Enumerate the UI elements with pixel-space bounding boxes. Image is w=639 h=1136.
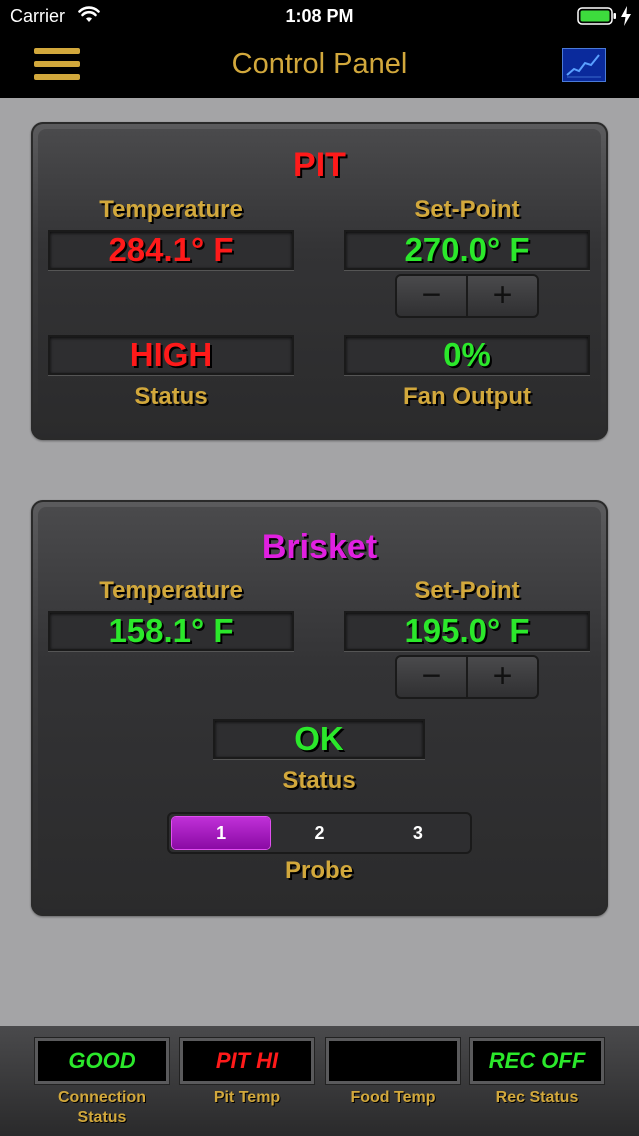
- connection-status-item[interactable]: GOOD Connection Status: [35, 1038, 169, 1128]
- food-probe-panel: Brisket Temperature Set-Point 158.1° F 1…: [31, 500, 608, 916]
- pit-temp-alarm-value: PIT HI: [180, 1038, 314, 1084]
- food-status-label: Status: [282, 767, 356, 794]
- food-heading: Brisket: [261, 528, 378, 566]
- pit-panel: PIT Temperature Set-Point 284.1° F 270.0…: [31, 122, 608, 440]
- pit-temp-label: Pit Temp: [213, 1089, 281, 1106]
- fan-output-label: Fan Output: [403, 383, 531, 410]
- rec-status-item[interactable]: REC OFF Rec Status: [470, 1038, 604, 1108]
- food-temp-label: Food Temp: [350, 1089, 436, 1106]
- pit-setpoint-decrement-button[interactable]: −: [397, 276, 468, 316]
- probe-option-3[interactable]: 3: [369, 817, 467, 849]
- probe-option-2[interactable]: 2: [270, 817, 368, 849]
- status-toolbar: GOOD Connection Status PIT HI Pit Temp F…: [0, 1026, 639, 1136]
- pit-setpoint-increment-button[interactable]: +: [468, 276, 537, 316]
- pit-status-label: Status: [134, 383, 208, 410]
- pit-setpoint-stepper: − +: [395, 274, 539, 318]
- food-setpoint-label: Set-Point: [414, 577, 520, 604]
- food-temp-alarm-value: [326, 1038, 460, 1084]
- rec-status-label: Rec Status: [495, 1089, 579, 1106]
- food-temp-item[interactable]: Food Temp: [326, 1038, 460, 1108]
- food-setpoint-decrement-button[interactable]: −: [397, 657, 468, 697]
- pit-temp-item[interactable]: PIT HI Pit Temp: [180, 1038, 314, 1108]
- food-temperature-label: Temperature: [99, 577, 243, 604]
- pit-temperature-label: Temperature: [99, 196, 243, 223]
- probe-option-1[interactable]: 1: [172, 817, 271, 849]
- line-chart-icon[interactable]: [562, 48, 606, 82]
- food-setpoint-stepper: − +: [395, 655, 539, 699]
- probe-selector: 1 2 3: [167, 812, 472, 854]
- fan-output-value: 0%: [344, 335, 590, 375]
- pit-heading: PIT: [293, 146, 346, 184]
- pit-setpoint-value: 270.0° F: [344, 230, 590, 270]
- food-setpoint-value: 195.0° F: [344, 611, 590, 651]
- pit-status-value: HIGH: [48, 335, 294, 375]
- rec-status-value: REC OFF: [470, 1038, 604, 1084]
- food-temperature-value: 158.1° F: [48, 611, 294, 651]
- pit-temperature-value: 284.1° F: [48, 230, 294, 270]
- status-bar: Carrier 1:08 PM: [0, 0, 639, 34]
- food-status-value: OK: [213, 719, 425, 759]
- battery-icon: [577, 7, 616, 25]
- food-setpoint-increment-button[interactable]: +: [468, 657, 537, 697]
- probe-label: Probe: [284, 857, 353, 884]
- pit-setpoint-label: Set-Point: [414, 196, 520, 223]
- charging-bolt-icon: [621, 6, 631, 26]
- connection-status-label: Connection Status: [58, 1089, 146, 1126]
- clock: 1:08 PM: [285, 6, 354, 26]
- connection-status-value: GOOD: [35, 1038, 169, 1084]
- page-title: Control Panel: [231, 48, 408, 80]
- navigation-bar: Carrier 1:08 PM Control Panel: [0, 0, 639, 98]
